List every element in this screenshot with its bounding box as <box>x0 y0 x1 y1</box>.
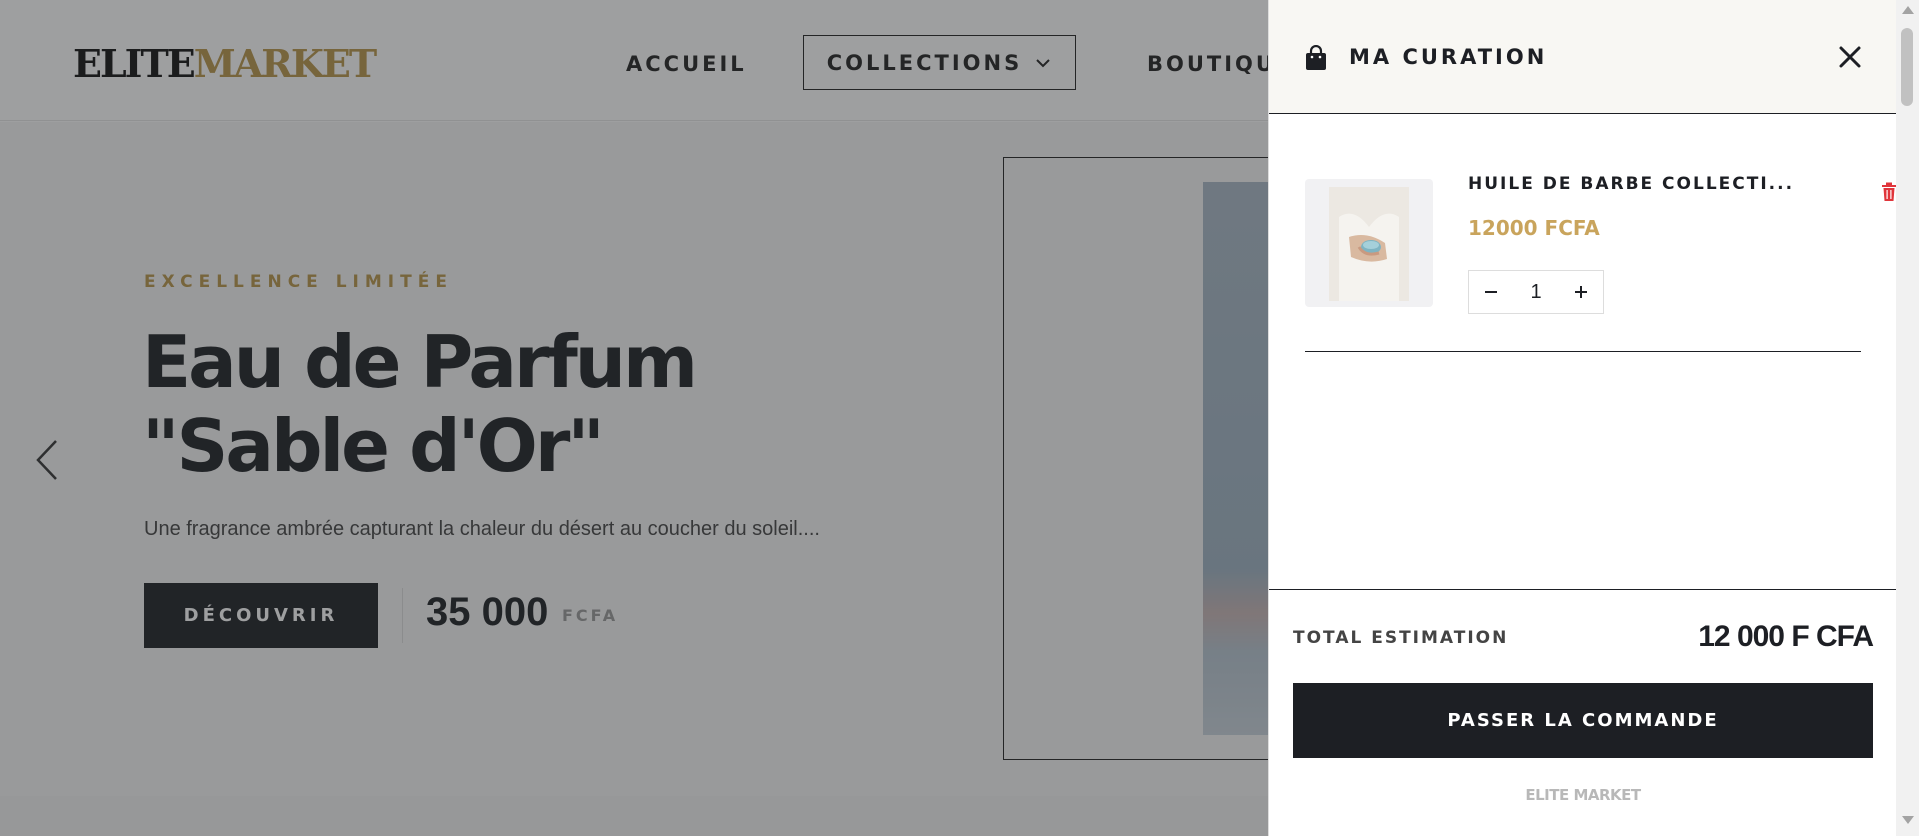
drawer-overlay[interactable] <box>0 0 1268 836</box>
total-value: 12 000 F CFA <box>1698 620 1874 653</box>
drawer-header: MA CURATION <box>1269 0 1897 114</box>
increase-quantity-button[interactable] <box>1571 282 1591 302</box>
minus-icon <box>1485 291 1497 293</box>
scroll-up-arrow-icon[interactable] <box>1902 6 1914 14</box>
cart-drawer: MA CURATION HUILE DE BARBE COLLECTI... 1… <box>1268 0 1897 836</box>
checkout-button[interactable]: PASSER LA COMMANDE <box>1293 683 1873 758</box>
scroll-thumb[interactable] <box>1901 28 1913 106</box>
shopping-bag-icon <box>1306 45 1326 70</box>
close-icon[interactable] <box>1837 44 1863 70</box>
scroll-down-arrow-icon[interactable] <box>1902 816 1914 824</box>
cart-item: HUILE DE BARBE COLLECTI... 12000 FCFA 1 <box>1305 164 1896 352</box>
total-label: TOTAL ESTIMATION <box>1293 628 1509 648</box>
decrease-quantity-button[interactable] <box>1481 282 1501 302</box>
item-photo <box>1329 187 1409 301</box>
item-photo-art <box>1329 187 1409 301</box>
drawer-title: MA CURATION <box>1349 45 1548 69</box>
scrollbar[interactable] <box>1896 0 1919 836</box>
item-thumbnail[interactable] <box>1305 179 1433 307</box>
item-price: 12000 FCFA <box>1468 216 1600 240</box>
drawer-footer: TOTAL ESTIMATION 12 000 F CFA PASSER LA … <box>1269 589 1897 836</box>
plus-icon <box>1575 286 1587 298</box>
quantity-value[interactable]: 1 <box>1530 281 1541 304</box>
item-name[interactable]: HUILE DE BARBE COLLECTI... <box>1468 174 1794 194</box>
quantity-stepper: 1 <box>1468 270 1604 314</box>
footer-brand: ELITE MARKET <box>1525 786 1641 804</box>
